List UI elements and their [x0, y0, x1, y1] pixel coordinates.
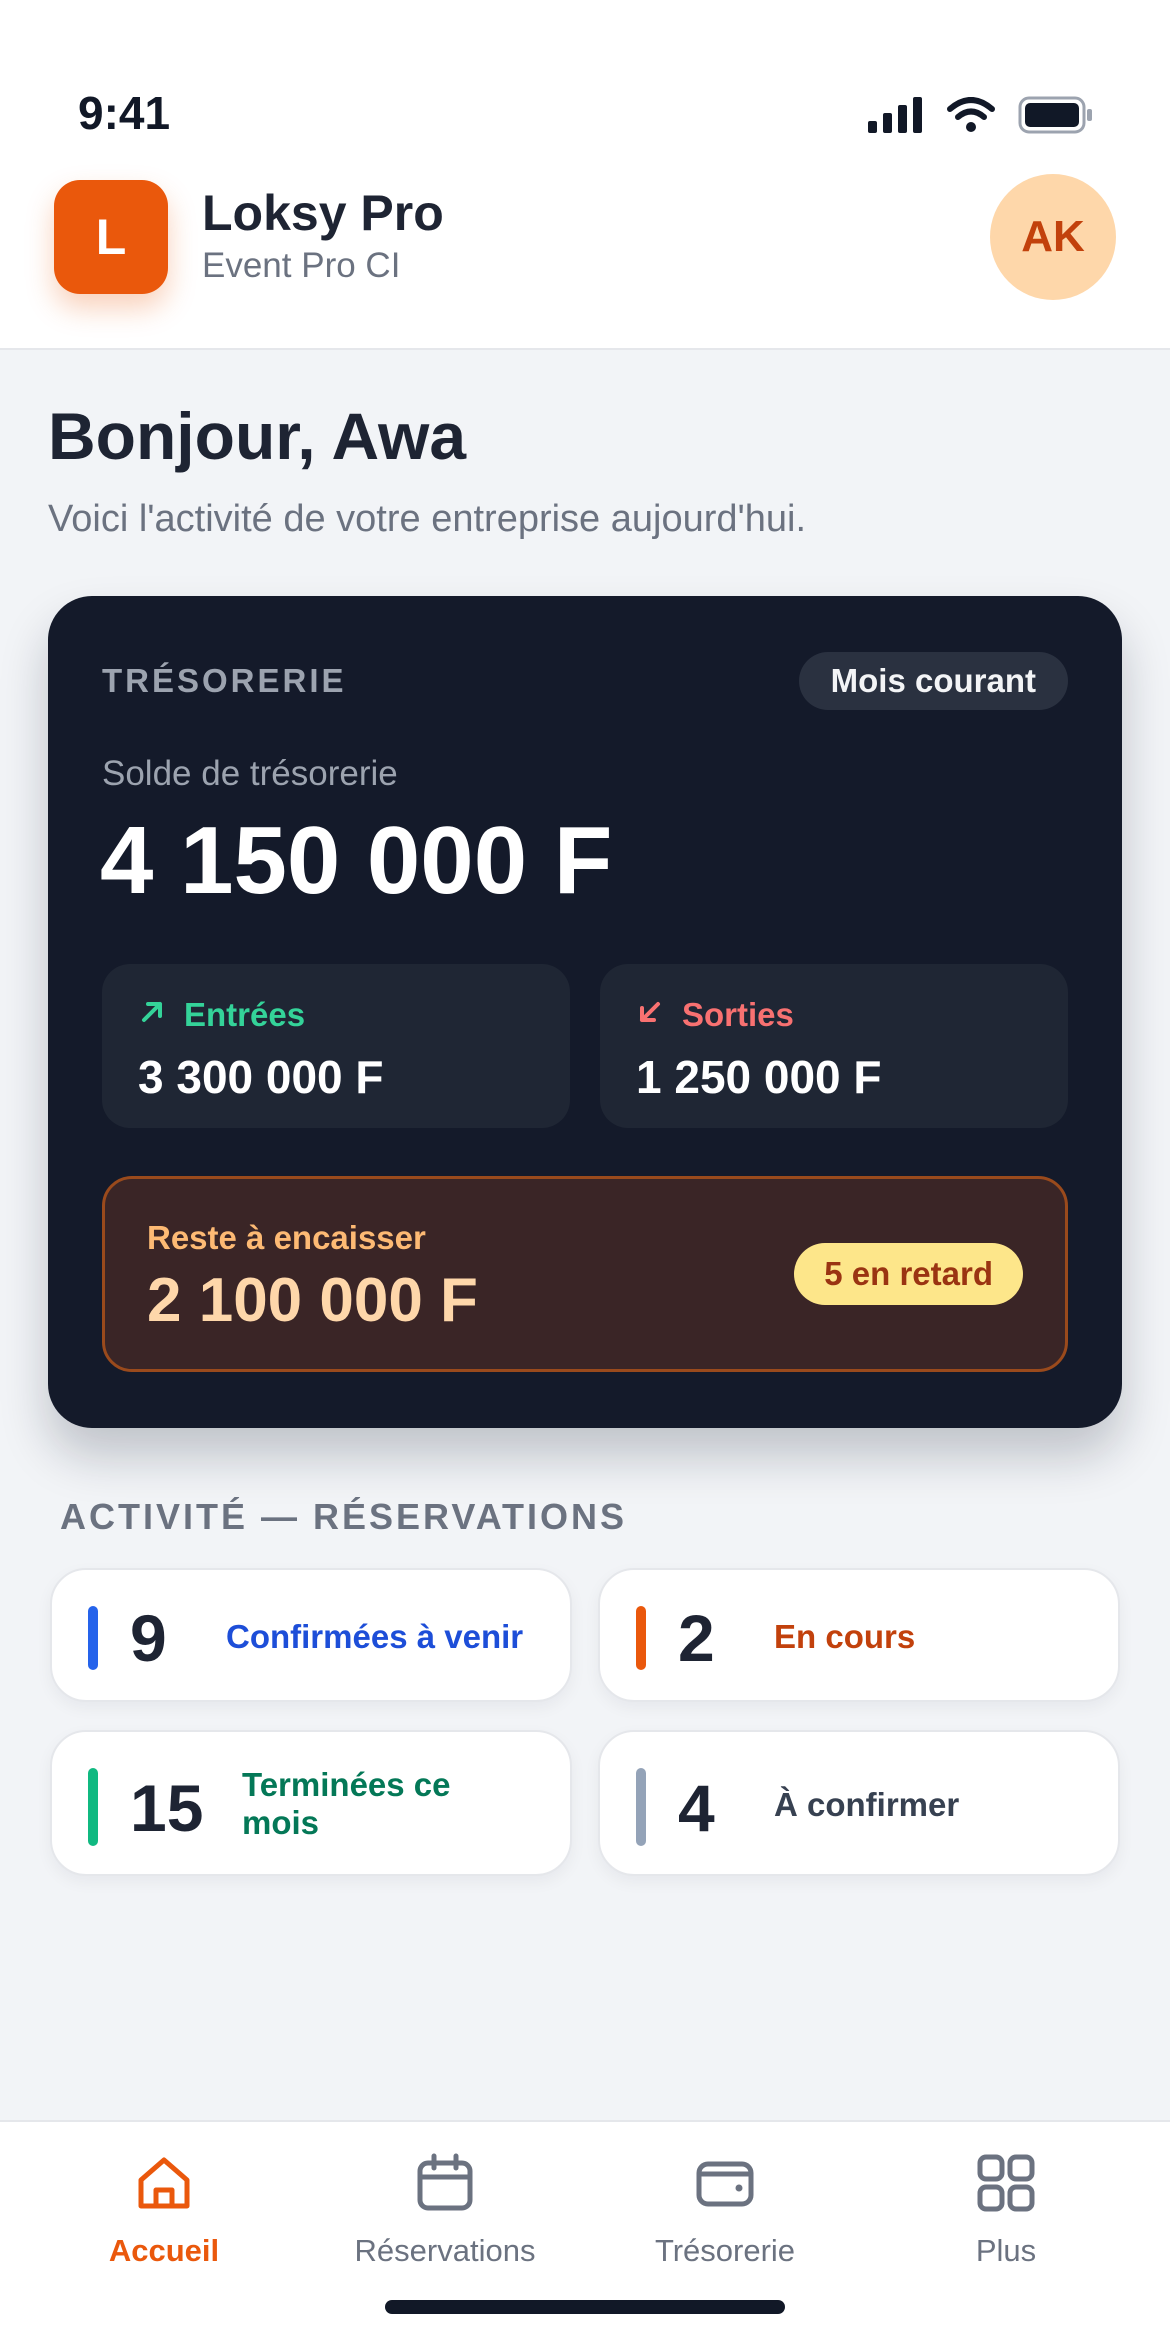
calendar-icon [414, 2152, 476, 2219]
stat-color-bar [636, 1606, 646, 1670]
avatar[interactable]: AK [990, 174, 1116, 300]
stat-label: Confirmées à venir [226, 1618, 524, 1655]
stat-color-bar [88, 1606, 98, 1670]
stat-count: 2 [678, 1601, 715, 1675]
signal-icon [868, 97, 924, 138]
wifi-icon [946, 97, 996, 138]
period-chip[interactable]: Mois courant [798, 652, 1068, 710]
to-collect-label: Reste à encaisser [147, 1219, 426, 1256]
stat-card-completed-month[interactable]: 15 Terminées ce mois [50, 1730, 572, 1876]
stat-count: 4 [678, 1771, 715, 1845]
wallet-icon [694, 2152, 756, 2219]
treasury-label: TRÉSORERIE [102, 662, 347, 699]
stat-count: 9 [130, 1601, 167, 1675]
stat-label: À confirmer [774, 1786, 960, 1823]
to-collect-box[interactable]: Reste à encaisser 2 100 000 F 5 en retar… [102, 1176, 1068, 1372]
home-icon [133, 2152, 195, 2219]
battery-icon [1018, 96, 1094, 139]
greeting-subtitle: Voici l'activité de votre entreprise auj… [48, 498, 807, 540]
status-icons [868, 96, 1094, 139]
to-collect-value: 2 100 000 F [147, 1266, 478, 1335]
stat-card-in-progress[interactable]: 2 En cours [598, 1568, 1120, 1702]
stat-count: 15 [130, 1771, 204, 1845]
tab-label: Réservations [354, 2233, 536, 2268]
outflows-value: 1 250 000 F [636, 1051, 882, 1103]
tab-reservations[interactable]: Réservations [315, 2152, 575, 2269]
treasury-card[interactable]: TRÉSORERIE Mois courant Solde de trésore… [48, 596, 1122, 1428]
greeting-title: Bonjour, Awa [48, 399, 467, 473]
outflows-header: Sorties [636, 996, 794, 1034]
stat-card-to-confirm[interactable]: 4 À confirmer [598, 1730, 1120, 1876]
stat-label: Terminées ce mois [242, 1766, 451, 1841]
inflows-value: 3 300 000 F [138, 1051, 384, 1103]
outflows-box[interactable]: Sorties 1 250 000 F [600, 964, 1068, 1128]
outflows-label: Sorties [682, 996, 794, 1033]
inflows-label: Entrées [184, 996, 306, 1033]
stat-label: En cours [774, 1618, 916, 1655]
app-name: Loksy Pro [202, 185, 444, 241]
tab-label: Trésorerie [654, 2233, 796, 2268]
arrow-up-right-icon [138, 996, 166, 1034]
arrow-down-left-icon [636, 996, 664, 1034]
app-header: 9:41 L Loksy Pro Event Pro CI AK [0, 0, 1170, 350]
stat-color-bar [88, 1768, 98, 1846]
stat-card-confirmed-upcoming[interactable]: 9 Confirmées à venir [50, 1568, 572, 1702]
stat-color-bar [636, 1768, 646, 1846]
inflows-header: Entrées [138, 996, 305, 1034]
balance-value: 4 150 000 F [100, 807, 613, 914]
grid-icon [975, 2152, 1037, 2219]
late-badge[interactable]: 5 en retard [794, 1243, 1023, 1305]
tab-accueil[interactable]: Accueil [34, 2152, 294, 2269]
company-name[interactable]: Event Pro CI [202, 246, 400, 286]
status-time: 9:41 [78, 87, 171, 139]
tab-plus[interactable]: Plus [876, 2152, 1136, 2269]
home-indicator [385, 2300, 785, 2314]
tab-label: Plus [975, 2233, 1037, 2268]
brand-logo: L [54, 180, 168, 294]
activity-section-title: ACTIVITÉ — RÉSERVATIONS [60, 1496, 628, 1537]
tab-label: Accueil [108, 2233, 220, 2268]
balance-label: Solde de trésorerie [102, 754, 398, 793]
tab-tresorerie[interactable]: Trésorerie [595, 2152, 855, 2269]
inflows-box[interactable]: Entrées 3 300 000 F [102, 964, 570, 1128]
